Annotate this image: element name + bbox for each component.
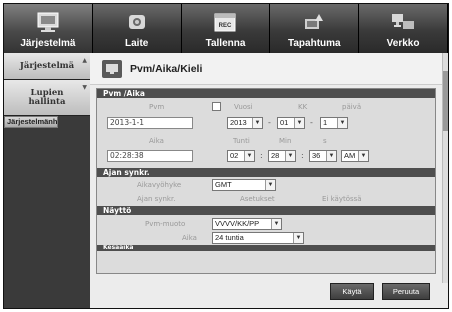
scrollbar-thumb[interactable]: [443, 71, 448, 131]
section-header-sync: Ajan synkr.: [97, 168, 435, 177]
vuosi-label: Vuosi: [234, 103, 253, 111]
timezone-label: Aikavyöhyke: [137, 181, 182, 189]
chevron-down-icon: ▼: [285, 151, 295, 161]
sidebar-item-label: Lupien hallinta: [28, 87, 66, 107]
day-select[interactable]: 1 ▼: [320, 117, 348, 129]
aika-input[interactable]: 02:28:38: [107, 150, 193, 162]
paiva-label: päivä: [342, 103, 362, 111]
page-header: Pvm/Aika/Kieli: [90, 53, 442, 85]
date-format-label: Pvm-muoto: [145, 220, 186, 228]
tab-label: Tallenna: [205, 38, 246, 49]
network-icon: [392, 14, 415, 29]
time-format-select[interactable]: 24 tuntia ▼: [212, 232, 304, 244]
timezone-value: GMT: [215, 180, 232, 189]
time-separator: :: [260, 151, 263, 160]
pvm-label: Pvm: [149, 103, 165, 111]
date-time-rows: Pvm Vuosi KK päivä 2013-1-1 2013 ▼ - 01 …: [97, 98, 435, 168]
hour-select[interactable]: 02 ▼: [227, 150, 255, 162]
tab-label: Verkko: [386, 38, 420, 49]
s-label: s: [323, 137, 327, 145]
chevron-down-icon: ▼: [294, 118, 304, 128]
sidebar-item-jarjestelma[interactable]: Järjestelmä ▲: [4, 53, 90, 80]
sync-rows: Aikavyöhyke GMT ▼ Ajan synkr. Asetukset …: [97, 177, 435, 206]
sidebar-item-lupien-hallinta[interactable]: Lupien hallinta ▼: [4, 80, 90, 116]
dvr-window: Järjestelmä Laite REC Tallenna Tapahtuma…: [3, 3, 449, 309]
sidebar-item-jarjestelmanhallinta[interactable]: Järjestelmänh: [4, 116, 59, 128]
tab-tallenna[interactable]: REC Tallenna: [181, 4, 271, 53]
section-header-dst: Kesäaika: [97, 245, 435, 251]
month-select[interactable]: 01 ▼: [277, 117, 305, 129]
tab-label: Tapahtuma: [287, 38, 341, 49]
aika-label: Aika: [149, 137, 164, 145]
monitor-icon: [37, 12, 59, 32]
date-format-value: VVVV/KK/PP: [215, 219, 260, 228]
timezone-select[interactable]: GMT ▼: [212, 179, 276, 191]
settings-panel: Pvm /Aika Pvm Vuosi KK päivä 2013-1-1 20…: [96, 88, 436, 274]
kk-label: KK: [298, 103, 308, 111]
chevron-down-icon: ▼: [337, 118, 347, 128]
page-title: Pvm/Aika/Kieli: [130, 62, 203, 75]
section-header-display: Näyttö: [97, 206, 435, 215]
chevron-icon: ▼: [82, 84, 87, 91]
event-icon: [305, 14, 324, 29]
scrollbar[interactable]: [442, 53, 448, 283]
pvm-input[interactable]: 2013-1-1: [107, 117, 193, 129]
min-label: Min: [279, 137, 292, 145]
sync-settings-link[interactable]: Asetukset: [240, 195, 275, 203]
rec-icon: REC: [214, 13, 236, 32]
date-checkbox[interactable]: [212, 102, 221, 111]
section-header-date-time: Pvm /Aika: [97, 89, 435, 98]
time-separator: :: [301, 151, 304, 160]
sidebar-item-label: Järjestelmä: [19, 60, 75, 71]
chevron-down-icon: ▼: [252, 118, 262, 128]
minute-select[interactable]: 28 ▼: [268, 150, 296, 162]
monitor-icon: [102, 59, 122, 78]
tab-tapahtuma[interactable]: Tapahtuma: [270, 4, 360, 53]
year-value: 2013: [230, 118, 247, 127]
second-select[interactable]: 36 ▼: [309, 150, 337, 162]
minute-value: 28: [271, 151, 280, 160]
sidebar-item-label: Järjestelmänh: [7, 117, 58, 126]
chevron-down-icon: ▼: [293, 233, 303, 243]
tab-label: Järjestelmä: [20, 38, 76, 49]
chevron-down-icon: ▼: [244, 151, 254, 161]
apply-button[interactable]: Käytä: [330, 283, 374, 300]
top-navigation: Järjestelmä Laite REC Tallenna Tapahtuma…: [4, 4, 448, 53]
chevron-down-icon: ▼: [271, 219, 281, 229]
display-rows: Pvm-muoto VVVV/KK/PP ▼ Aika 24 tuntia ▼: [97, 215, 435, 245]
month-value: 01: [280, 118, 289, 127]
tab-verkko[interactable]: Verkko: [359, 4, 448, 53]
day-value: 1: [323, 118, 328, 127]
tab-jarjestelma[interactable]: Järjestelmä: [4, 4, 93, 53]
tunti-label: Tunti: [233, 137, 250, 145]
year-select[interactable]: 2013 ▼: [227, 117, 263, 129]
tab-laite[interactable]: Laite: [92, 4, 182, 53]
sync-label: Ajan synkr.: [137, 195, 176, 203]
tab-label: Laite: [125, 38, 149, 49]
date-separator: -: [310, 118, 313, 127]
chevron-icon: ▲: [82, 57, 87, 64]
time-format-label: Aika: [182, 234, 197, 242]
chevron-down-icon: ▼: [358, 151, 368, 161]
date-format-select[interactable]: VVVV/KK/PP ▼: [212, 218, 282, 230]
svg-text:REC: REC: [219, 23, 232, 29]
hour-value: 02: [230, 151, 239, 160]
ampm-select[interactable]: AM ▼: [341, 150, 369, 162]
ampm-value: AM: [344, 151, 356, 160]
camera-icon: [128, 15, 145, 29]
sync-status: Ei käytössä: [322, 195, 362, 203]
time-format-value: 24 tuntia: [215, 233, 244, 242]
cancel-button[interactable]: Peruuta: [382, 283, 430, 300]
sidebar: Järjestelmä ▲ Lupien hallinta ▼ Järjeste…: [4, 53, 90, 308]
second-value: 36: [312, 151, 321, 160]
chevron-down-icon: ▼: [326, 151, 336, 161]
date-separator: -: [268, 118, 271, 127]
content-area: Pvm/Aika/Kieli Pvm /Aika Pvm Vuosi KK pä…: [90, 53, 448, 308]
chevron-down-icon: ▼: [265, 180, 275, 190]
